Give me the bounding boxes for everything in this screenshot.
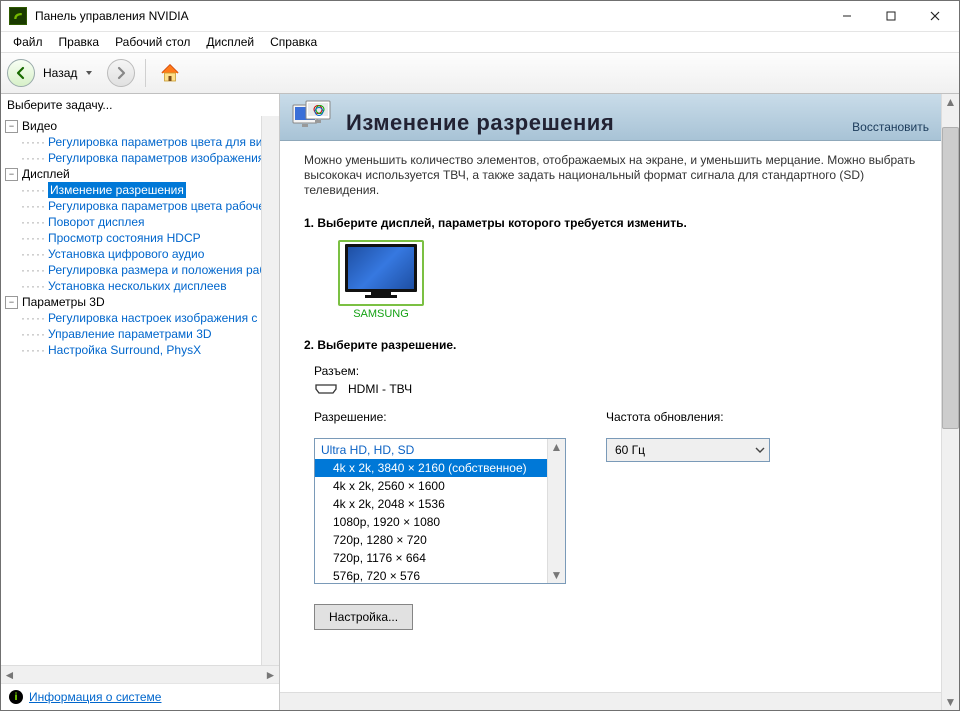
nvidia-app-icon	[9, 7, 27, 25]
collapse-icon[interactable]: −	[5, 296, 18, 309]
connector-value: HDMI - ТВЧ	[348, 382, 412, 396]
scroll-up-icon[interactable]: ▲	[548, 439, 565, 455]
tree-item[interactable]: Настройка Surround, PhysX	[48, 342, 201, 358]
tree-category-video[interactable]: Видео	[22, 118, 57, 134]
forward-button[interactable]	[107, 59, 135, 87]
restore-defaults-link[interactable]: Восстановить	[852, 120, 929, 134]
resolution-option[interactable]: 1080p, 1920 × 1080	[315, 513, 547, 531]
toolbar: Назад	[1, 52, 959, 94]
menu-help[interactable]: Справка	[262, 33, 325, 51]
listbox-scrollbar[interactable]: ▲ ▼	[547, 439, 565, 583]
resolution-option[interactable]: 4k x 2k, 2048 × 1536	[315, 495, 547, 513]
app-window: Панель управления NVIDIA Файл Правка Раб…	[0, 0, 960, 711]
resolution-group-header: Ultra HD, HD, SD	[315, 441, 547, 459]
step1-title: 1. Выберите дисплей, параметры которого …	[304, 216, 933, 230]
sidebar-title: Выберите задачу...	[1, 94, 279, 116]
tree-item[interactable]: Управление параметрами 3D	[48, 326, 212, 342]
scroll-up-icon[interactable]: ▲	[942, 94, 959, 110]
page-header: Изменение разрешения Восстановить	[280, 94, 941, 141]
info-icon: i	[9, 690, 23, 704]
close-button[interactable]	[913, 2, 957, 30]
tree-item[interactable]: Регулировка параметров изображения д	[48, 150, 261, 166]
home-button[interactable]	[156, 59, 184, 87]
connector-label: Разъем:	[314, 364, 933, 378]
main-scrollbar-vertical[interactable]: ▲ ▼	[941, 94, 959, 710]
resolution-option[interactable]: 720p, 1176 × 664	[315, 549, 547, 567]
menu-display[interactable]: Дисплей	[198, 33, 262, 51]
resolution-option[interactable]: 720p, 1280 × 720	[315, 531, 547, 549]
resolution-option[interactable]: 4k x 2k, 2560 × 1600	[315, 477, 547, 495]
customize-button[interactable]: Настройка...	[314, 604, 413, 630]
tree-item[interactable]: Поворот дисплея	[48, 214, 145, 230]
titlebar: Панель управления NVIDIA	[1, 1, 959, 32]
sidebar-scrollbar-vertical[interactable]	[261, 116, 279, 665]
resolution-listbox[interactable]: Ultra HD, HD, SD 4k x 2k, 3840 × 2160 (с…	[314, 438, 566, 584]
menu-file[interactable]: Файл	[5, 33, 51, 51]
resolution-label: Разрешение:	[314, 410, 566, 424]
monitor-icon	[345, 244, 417, 292]
resolution-option[interactable]: 4k x 2k, 3840 × 2160 (собственное)	[315, 459, 547, 477]
step2-title: 2. Выберите разрешение.	[304, 338, 933, 352]
tree-item[interactable]: Регулировка параметров цвета рабочег	[48, 198, 261, 214]
task-tree: −Видео ·····Регулировка параметров цвета…	[1, 116, 261, 665]
task-sidebar: Выберите задачу... −Видео ·····Регулиров…	[1, 94, 280, 710]
window-title: Панель управления NVIDIA	[35, 9, 825, 23]
refresh-rate-dropdown[interactable]: 60 Гц	[606, 438, 770, 462]
tree-item[interactable]: Регулировка параметров цвета для вид	[48, 134, 261, 150]
sidebar-footer: i Информация о системе	[1, 683, 279, 710]
scroll-left-icon[interactable]: ◄	[1, 667, 18, 683]
scroll-thumb[interactable]	[942, 127, 959, 429]
maximize-button[interactable]	[869, 2, 913, 30]
tree-item-change-resolution[interactable]: Изменение разрешения	[48, 182, 186, 198]
tree-item[interactable]: Установка цифрового аудио	[48, 246, 204, 262]
monitors-icon	[292, 100, 334, 134]
hdmi-icon	[314, 384, 338, 394]
tree-category-display[interactable]: Дисплей	[22, 166, 70, 182]
menu-desktop[interactable]: Рабочий стол	[107, 33, 198, 51]
page-description: Можно уменьшить количество элементов, от…	[304, 153, 933, 198]
tree-item[interactable]: Регулировка настроек изображения с пр	[48, 310, 261, 326]
menu-edit[interactable]: Правка	[51, 33, 108, 51]
scroll-down-icon[interactable]: ▼	[548, 567, 565, 583]
back-dropdown-icon[interactable]	[85, 69, 93, 77]
scroll-down-icon[interactable]: ▼	[942, 694, 959, 710]
scroll-right-icon[interactable]: ►	[262, 667, 279, 683]
back-button[interactable]	[7, 59, 35, 87]
tree-item[interactable]: Регулировка размера и положения рабо	[48, 262, 261, 278]
display-selector-samsung[interactable]: SAMSUNG	[338, 240, 424, 320]
toolbar-separator	[145, 59, 146, 87]
refresh-rate-value: 60 Гц	[615, 443, 645, 457]
main-scrollbar-horizontal[interactable]	[280, 692, 941, 710]
page-title: Изменение разрешения	[346, 110, 840, 136]
system-info-link[interactable]: Информация о системе	[29, 690, 161, 704]
menubar: Файл Правка Рабочий стол Дисплей Справка	[1, 32, 959, 52]
back-label: Назад	[43, 66, 77, 80]
tree-item[interactable]: Установка нескольких дисплеев	[48, 278, 227, 294]
tree-item[interactable]: Просмотр состояния HDCP	[48, 230, 201, 246]
minimize-button[interactable]	[825, 2, 869, 30]
tree-category-3d[interactable]: Параметры 3D	[22, 294, 105, 310]
sidebar-scrollbar-horizontal[interactable]: ◄ ►	[1, 665, 279, 683]
collapse-icon[interactable]: −	[5, 120, 18, 133]
collapse-icon[interactable]: −	[5, 168, 18, 181]
monitor-label: SAMSUNG	[353, 308, 409, 320]
refresh-rate-label: Частота обновления:	[606, 410, 770, 424]
resolution-option[interactable]: 576p, 720 × 576	[315, 567, 547, 583]
chevron-down-icon	[755, 445, 765, 455]
